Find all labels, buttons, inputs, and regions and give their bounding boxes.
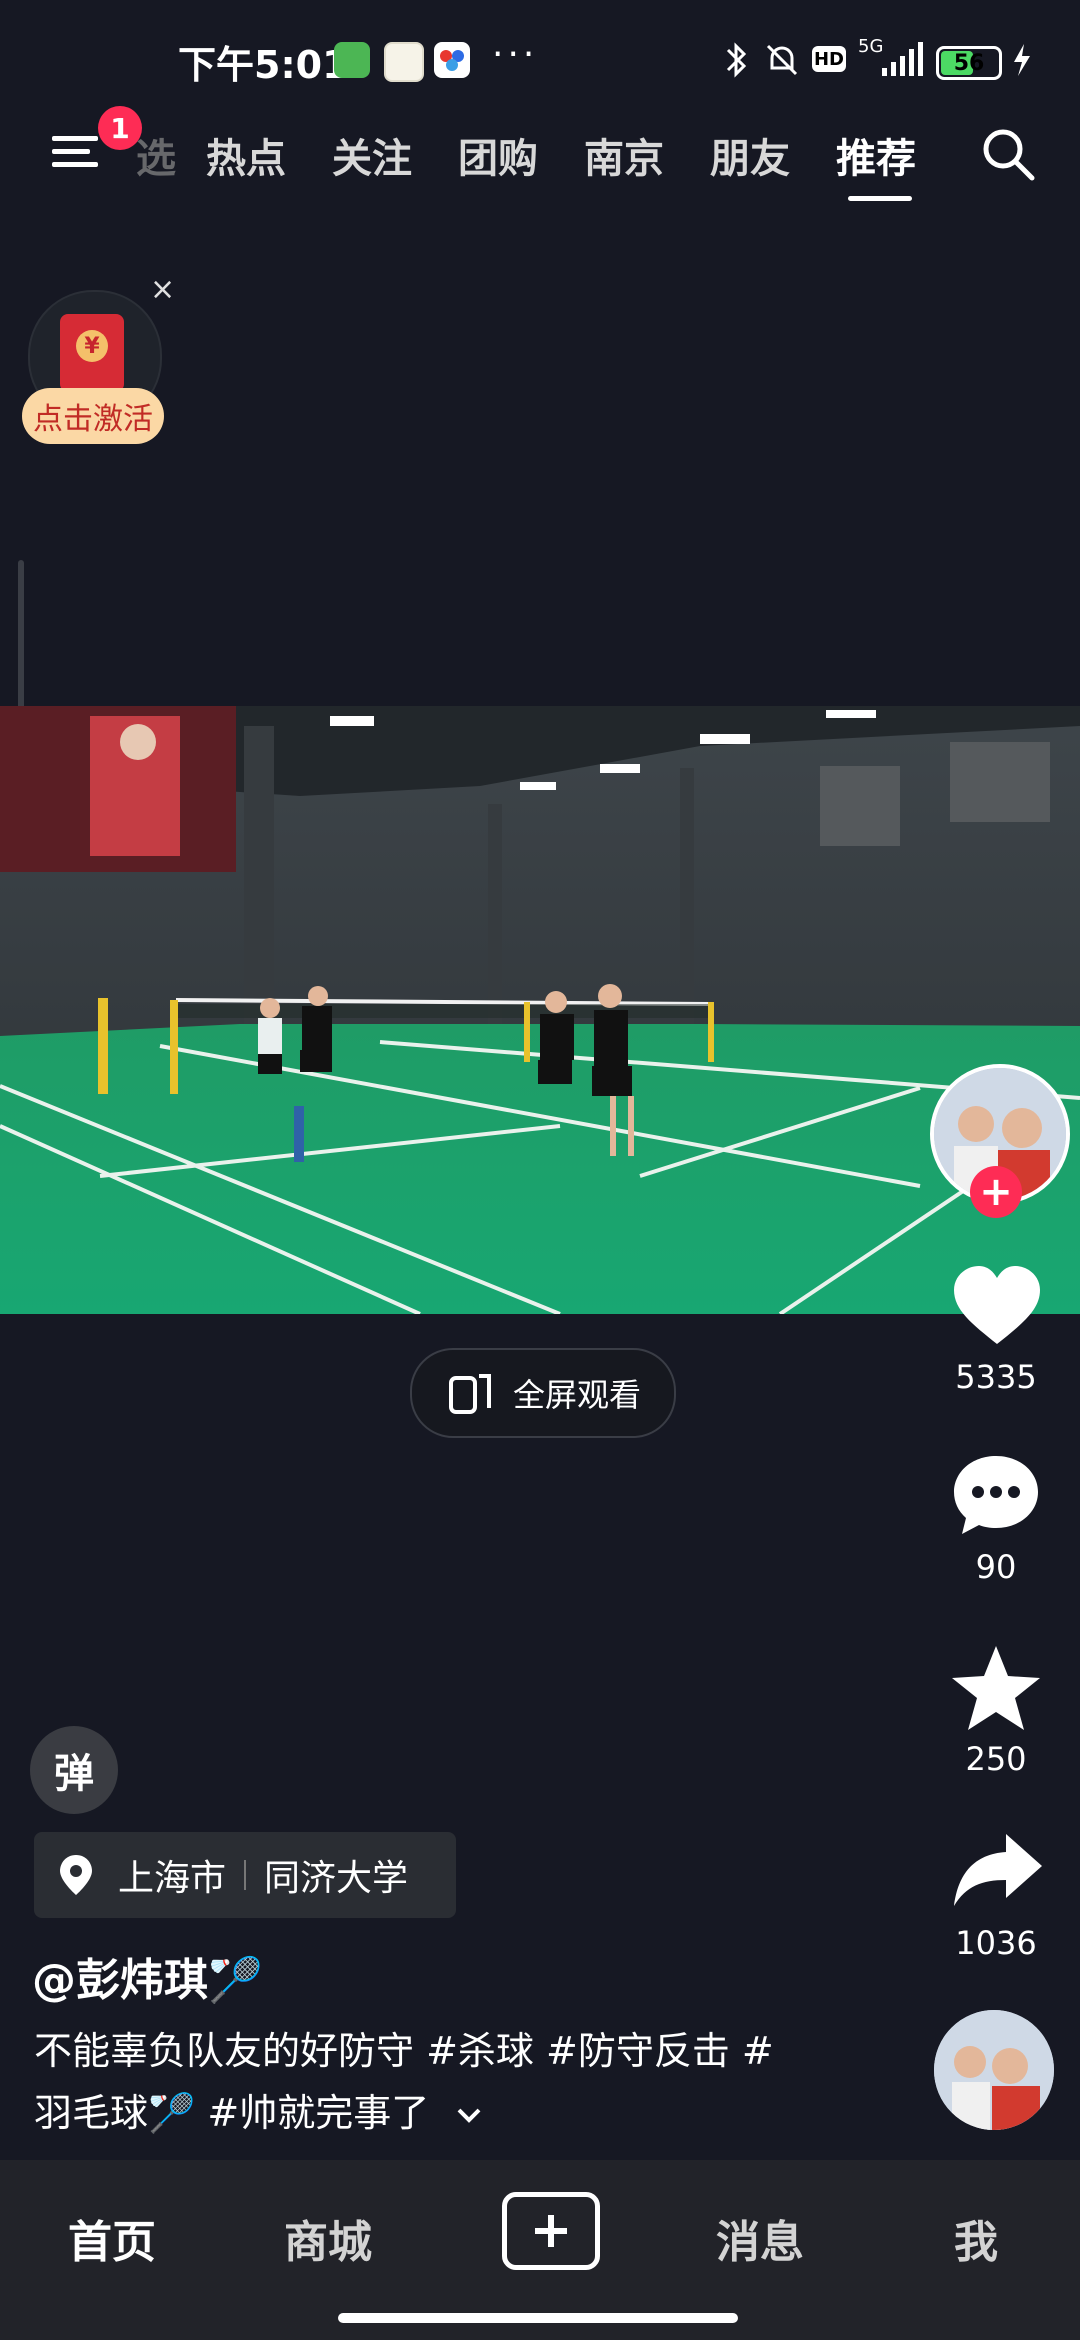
menu-icon[interactable] — [52, 132, 98, 172]
hd-icon: HD — [812, 46, 846, 72]
favorite-star-icon[interactable] — [950, 1644, 1042, 1732]
tab-nanjing[interactable]: 南京 — [584, 126, 664, 184]
caption-line-1: 不能辜负队友的好防守 #杀球 #防守反击 # — [34, 2029, 774, 2073]
scroll-indicator — [18, 560, 24, 720]
favorite-count: 250 — [965, 1740, 1027, 1778]
battery-icon: 56 — [936, 46, 1002, 80]
active-tab-indicator — [848, 196, 912, 201]
video-player[interactable] — [0, 706, 1080, 1314]
search-icon[interactable] — [978, 124, 1038, 184]
baidu-icon — [434, 42, 470, 78]
follow-button[interactable]: + — [970, 1166, 1022, 1218]
badminton-court-video — [0, 706, 1080, 1314]
location-place: 同济大学 — [264, 1858, 409, 1899]
tab-home[interactable]: 首页 — [68, 2206, 156, 2270]
location-tag[interactable]: 上海市 同济大学 — [34, 1832, 456, 1918]
signal-icon — [882, 42, 923, 76]
location-city: 上海市 — [118, 1858, 227, 1899]
tab-hot[interactable]: 热点 — [206, 126, 286, 184]
music-disc-avatar[interactable] — [934, 2010, 1054, 2130]
tab-partial[interactable]: 选 — [136, 126, 176, 184]
home-indicator — [338, 2313, 738, 2323]
rotate-screen-icon — [448, 1374, 491, 1414]
tab-groupbuy[interactable]: 团购 — [458, 126, 538, 184]
fullscreen-label: 全屏观看 — [512, 1376, 641, 1414]
location-pin-icon — [60, 1855, 92, 1895]
status-bar: 下午5:01 ··· HD 5G 56 — [0, 0, 1080, 120]
bluetooth-icon — [726, 42, 747, 78]
tab-follow[interactable]: 关注 — [332, 126, 412, 184]
author-name[interactable]: @彭炜琪🏸 — [32, 1944, 263, 2008]
red-packet-close-icon[interactable]: × — [150, 272, 175, 307]
share-arrow-icon[interactable] — [952, 1832, 1044, 1908]
bell-muted-icon — [766, 44, 798, 76]
yen-icon: ¥ — [76, 330, 108, 362]
status-time: 下午5:01 — [178, 43, 349, 87]
caption-line-2: 羽毛球🏸 #帅就完事了 — [34, 2082, 824, 2144]
share-count: 1036 — [955, 1924, 1037, 1962]
red-packet-activate-button[interactable]: 点击激活 — [22, 388, 164, 444]
wechat-icon — [334, 42, 370, 78]
status-more: ··· — [492, 34, 539, 75]
expand-chevron-icon[interactable] — [455, 2106, 483, 2126]
video-caption[interactable]: 不能辜负队友的好防守 #杀球 #防守反击 # 羽毛球🏸 #帅就完事了 — [34, 2020, 824, 2144]
danmu-button[interactable]: 弹 — [30, 1726, 118, 1814]
like-count: 5335 — [955, 1358, 1037, 1396]
charging-icon — [1014, 44, 1030, 76]
tab-recommend[interactable]: 推荐 — [836, 126, 916, 184]
like-heart-icon[interactable] — [952, 1264, 1042, 1348]
tab-friends[interactable]: 朋友 — [710, 126, 790, 184]
tab-messages[interactable]: 消息 — [716, 2206, 804, 2270]
location-divider — [244, 1860, 247, 1890]
comment-icon[interactable] — [952, 1454, 1040, 1536]
tab-mall[interactable]: 商城 — [284, 2206, 372, 2270]
fullscreen-button[interactable]: 全屏观看 — [410, 1348, 676, 1438]
create-post-button[interactable] — [502, 2192, 600, 2270]
comment-count: 90 — [975, 1548, 1017, 1586]
58-icon — [384, 42, 424, 82]
plus-icon — [535, 2215, 567, 2247]
tab-me[interactable]: 我 — [954, 2206, 998, 2270]
